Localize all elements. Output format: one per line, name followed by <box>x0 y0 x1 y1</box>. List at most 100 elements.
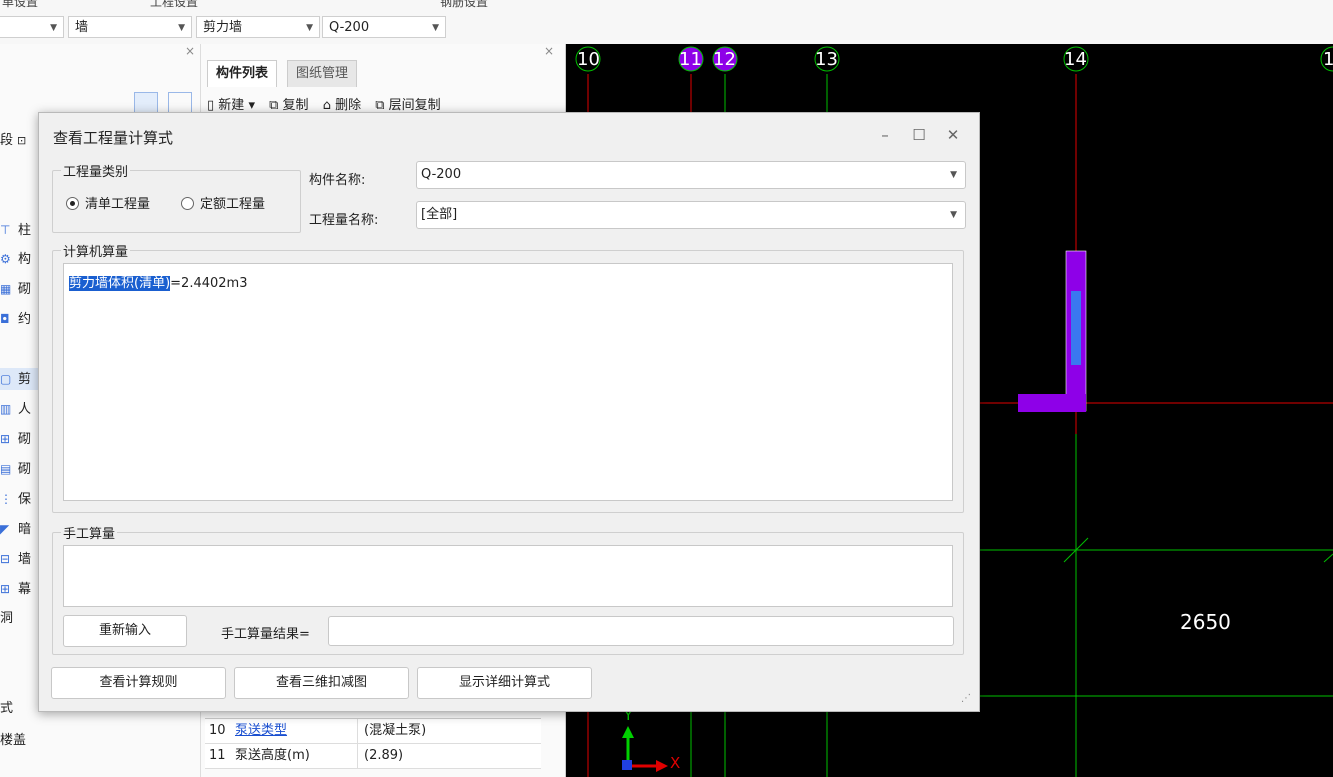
category-select-value: 墙 <box>75 20 89 35</box>
manual-result-field[interactable] <box>328 616 954 646</box>
component-name-select[interactable]: Q-200 ▼ <box>416 161 966 189</box>
radio-checked-icon <box>66 197 79 210</box>
axis-label-13: 13 <box>815 49 838 70</box>
qty-name-value: [全部] <box>421 207 458 222</box>
beam-icon: ◤ <box>0 522 10 536</box>
formula-value: =2.4402m3 <box>170 276 248 291</box>
table-row[interactable]: 11 泵送高度(m) (2.89) <box>205 744 541 769</box>
nav-item-label: 砌 <box>18 462 32 477</box>
component-select[interactable]: Q-200 ▼ <box>322 16 446 38</box>
axis-label-15: 1 <box>1323 49 1333 70</box>
insulation-icon: ⋮ <box>0 492 12 506</box>
nav-item-label: 柱 <box>18 223 32 238</box>
dimension-label: 2650 <box>1180 610 1231 634</box>
chevron-down-icon: ▼ <box>950 210 957 220</box>
maximize-icon[interactable]: ☐ <box>907 123 931 147</box>
radio-list-label: 清单工程量 <box>85 197 151 212</box>
axis-label-14: 14 <box>1064 49 1087 70</box>
component-select-value: Q-200 <box>329 20 370 35</box>
chevron-down-icon: ▼ <box>950 170 957 180</box>
category-select[interactable]: 墙 ▼ <box>68 16 192 38</box>
delete-button[interactable]: ⌂ 删除 <box>323 98 361 113</box>
nav-item-label: 约 <box>18 312 32 327</box>
property-value[interactable]: (2.89) <box>357 744 403 768</box>
new-button[interactable]: ▯ 新建 ▾ <box>207 98 255 113</box>
floor-copy-button[interactable]: ⧉ 层间复制 <box>375 98 440 113</box>
nav-item-label: 洞 <box>0 611 14 626</box>
computer-calc-legend: 计算机算量 <box>63 245 129 260</box>
nav-item-wall-edge[interactable]: ⊟ 墙 <box>0 548 31 570</box>
property-name[interactable]: 泵送类型 <box>235 719 287 743</box>
nav-item-constraint[interactable]: ◘ 约 <box>0 308 31 330</box>
close-icon[interactable]: × <box>544 44 554 58</box>
shear-wall-highlight <box>1071 291 1081 365</box>
row-number: 10 <box>209 723 226 738</box>
nav-item-masonry-2[interactable]: ⊞ 砌 <box>0 428 31 450</box>
nav-item-label: 楼盖 <box>0 733 27 748</box>
reenter-button[interactable]: 重新输入 <box>63 615 187 647</box>
floor-copy-icon: ⧉ <box>375 98 389 113</box>
table-row[interactable]: 10 泵送类型 (混凝土泵) <box>205 719 541 744</box>
minimize-icon[interactable]: – <box>873 123 897 147</box>
detail-view-icon[interactable] <box>168 92 192 114</box>
nav-item-floor-cover[interactable]: 楼盖 <box>0 730 26 752</box>
nav-item-label: 式 <box>0 701 14 716</box>
nav-item-structural[interactable]: ⚙ 构 <box>0 248 31 270</box>
origin-marker <box>622 760 632 770</box>
manual-calc-textarea[interactable] <box>63 545 953 607</box>
tab-drawing-management[interactable]: 图纸管理 <box>287 60 358 87</box>
resize-grip-icon[interactable]: ⋰ <box>961 694 971 704</box>
copy-button[interactable]: ⧉ 复制 <box>269 98 308 113</box>
row-number: 11 <box>209 748 226 763</box>
view-calc-rules-button[interactable]: 查看计算规则 <box>51 667 226 699</box>
wall-icon: ▢ <box>0 372 12 386</box>
menu-tab-project-settings[interactable]: 工程设置 <box>150 0 198 10</box>
view-3d-deduction-button[interactable]: 查看三维扣减图 <box>234 667 409 699</box>
close-icon[interactable]: ✕ <box>941 123 965 147</box>
shear-wall-horizontal[interactable] <box>1018 394 1086 412</box>
axis-label-10: 10 <box>577 49 600 70</box>
door-icon: ▥ <box>0 402 12 416</box>
nav-item-opening[interactable]: 洞 <box>0 608 13 630</box>
formula-textarea[interactable]: 剪力墙体积(清单)=2.4402m3 <box>63 263 953 501</box>
list-view-icon[interactable] <box>134 92 158 114</box>
nav-item-label: 人 <box>18 402 32 417</box>
nav-item-style[interactable]: 式 <box>0 698 13 720</box>
nav-item-shear-wall[interactable]: ▢ 剪 <box>0 368 40 390</box>
nav-item-hidden-beam[interactable]: ◤ 暗 <box>0 518 31 540</box>
nav-item-label: 墙 <box>18 552 32 567</box>
qty-name-select[interactable]: [全部] ▼ <box>416 201 966 229</box>
nav-item-curtain-wall[interactable]: ⊞ 幕 <box>0 578 31 600</box>
menu-tab-left[interactable]: 单设置 <box>2 0 38 10</box>
tab-component-list[interactable]: 构件列表 <box>207 60 278 87</box>
wall-edge-icon: ⊟ <box>0 552 11 566</box>
column-icon: ⊤ <box>0 223 11 237</box>
brick-icon: ▤ <box>0 462 12 476</box>
radio-list-qty[interactable]: 清单工程量 <box>66 193 150 212</box>
y-arrow-head <box>622 726 634 738</box>
manual-calc-legend: 手工算量 <box>63 527 116 542</box>
x-axis-label: X <box>670 754 681 772</box>
radio-quota-qty[interactable]: 定额工程量 <box>181 193 265 212</box>
nav-item-civil-defense[interactable]: ▥ 人 <box>0 398 31 420</box>
floor-select[interactable]: ▼ <box>0 16 64 38</box>
qty-name-label: 工程量名称: <box>309 213 379 228</box>
type-select[interactable]: 剪力墙 ▼ <box>196 16 320 38</box>
nav-item-label: 砌 <box>18 432 32 447</box>
calc-formula-dialog: 查看工程量计算式 – ☐ ✕ 工程量类别 清单工程量 定额工程量 构件名称: Q… <box>38 112 980 712</box>
property-value[interactable]: (混凝土泵) <box>357 719 426 743</box>
axis-label-12: 12 <box>713 49 736 70</box>
nav-item-masonry[interactable]: ▦ 砌 <box>0 278 31 300</box>
nav-item-segment[interactable]: 段 ⊡ <box>0 130 26 152</box>
close-icon[interactable]: × <box>185 44 195 58</box>
menu-tab-rebar-settings[interactable]: 钢筋设置 <box>440 0 488 10</box>
show-detailed-formula-button[interactable]: 显示详细计算式 <box>417 667 592 699</box>
chevron-down-icon: ▼ <box>432 23 439 33</box>
trash-icon: ⌂ <box>322 98 336 113</box>
nav-item-masonry-3[interactable]: ▤ 砌 <box>0 458 31 480</box>
nav-item-column[interactable]: ⊤ 柱 <box>0 219 31 241</box>
copy-icon: ⧉ <box>269 98 283 113</box>
manual-result-label: 手工算量结果= <box>221 627 310 642</box>
property-name[interactable]: 泵送高度(m) <box>235 744 310 768</box>
nav-item-insulation[interactable]: ⋮ 保 <box>0 488 31 510</box>
